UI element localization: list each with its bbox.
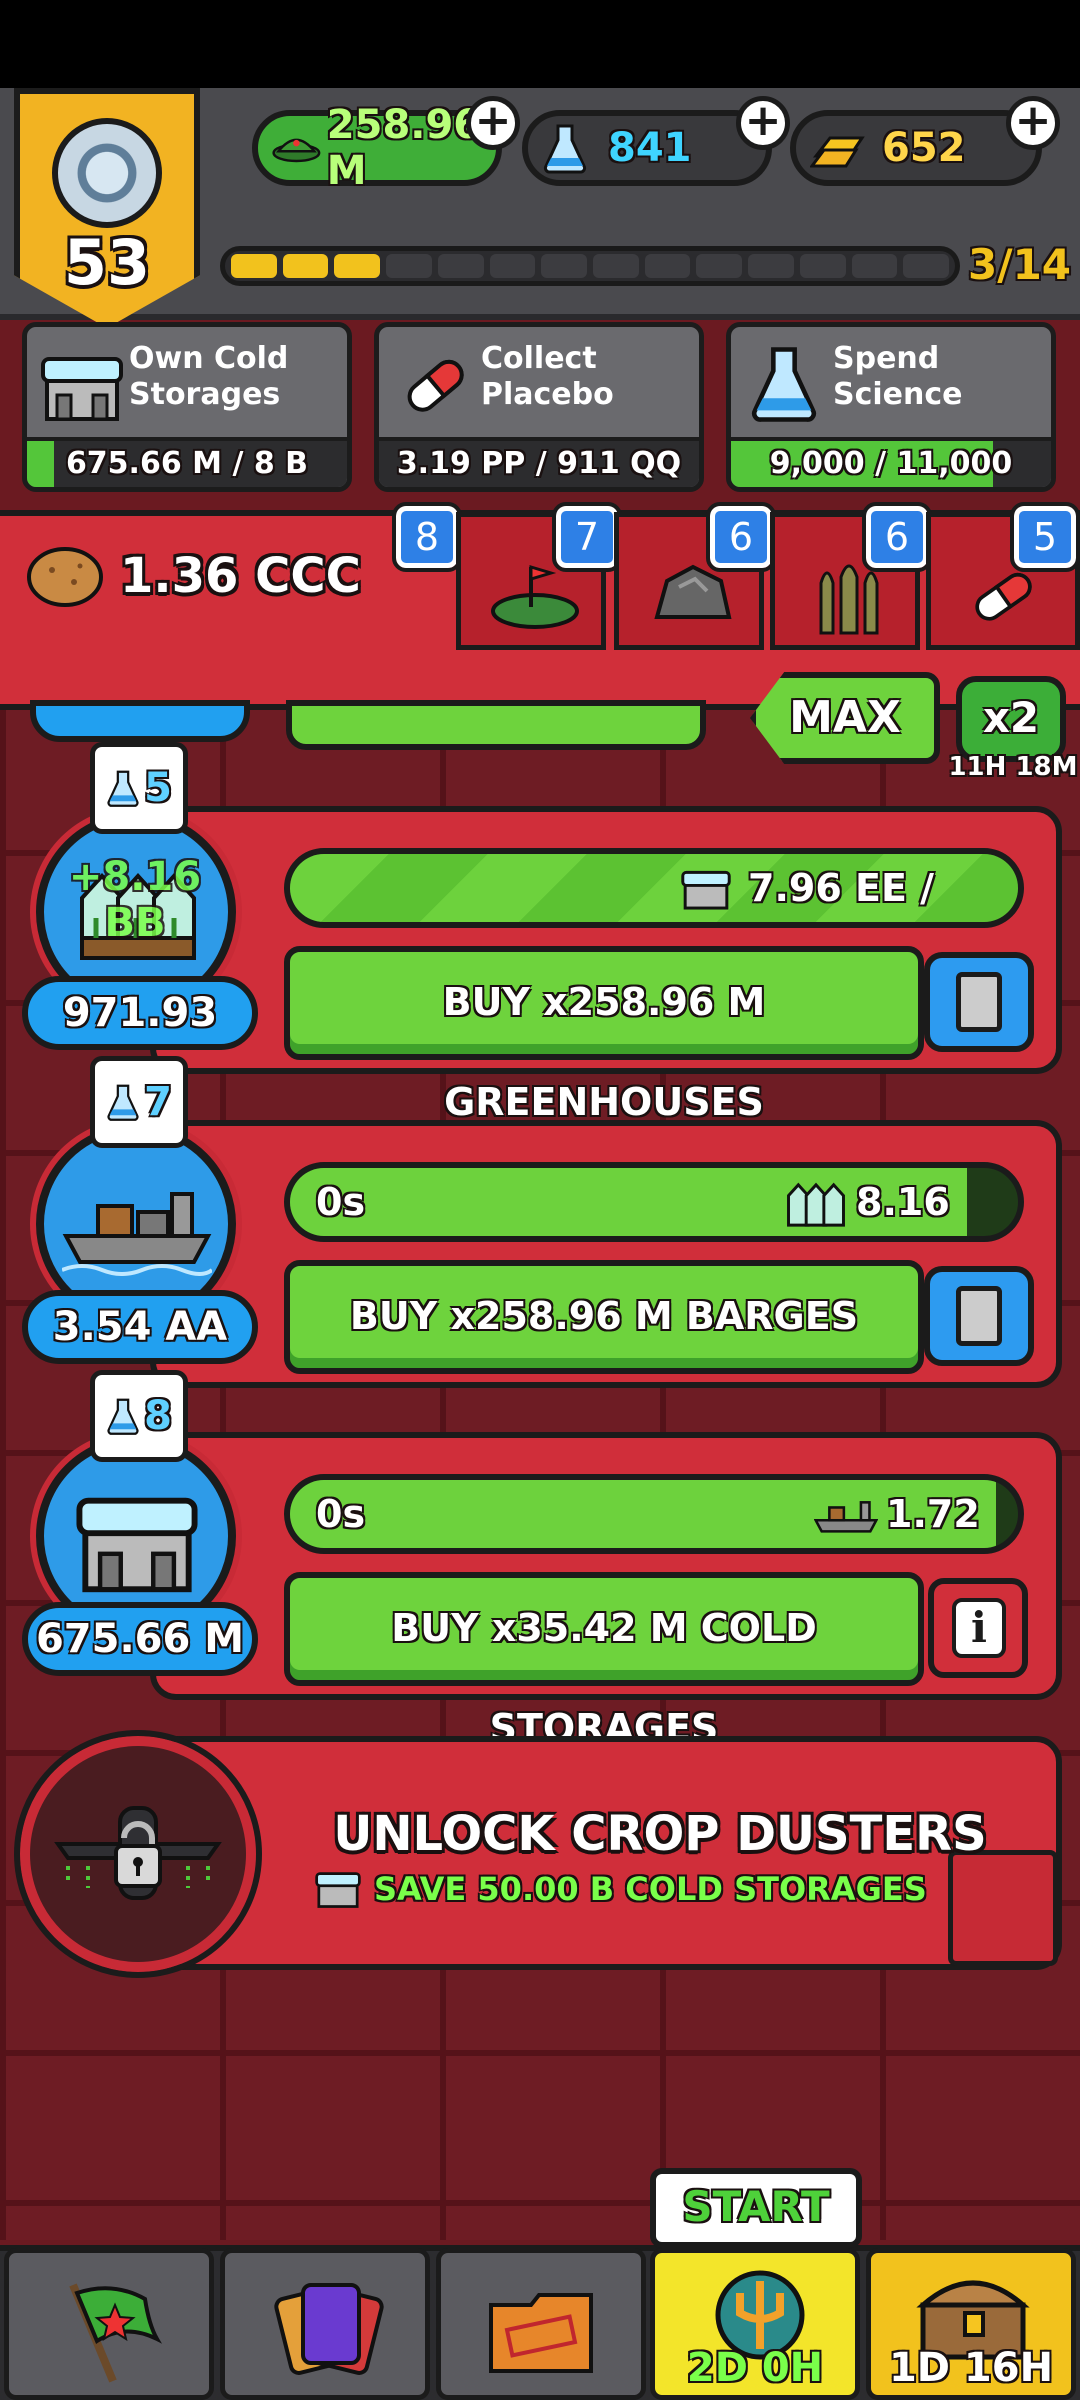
flask-icon xyxy=(107,1084,139,1121)
science-level-tag: 5 xyxy=(90,742,188,834)
manager-card-button[interactable] xyxy=(924,1266,1034,1366)
production-progress-bar: 0s 8.16 BB xyxy=(284,1162,1024,1242)
cold-storage-icon xyxy=(315,1872,361,1908)
cold-storage-icon xyxy=(76,1497,198,1593)
flask-icon xyxy=(107,1398,139,1435)
cold-storage-icon xyxy=(41,357,123,421)
max-button[interactable]: MAX xyxy=(750,672,940,764)
star-flag-icon xyxy=(69,2283,163,2383)
event-timer: 2D 0H xyxy=(686,2345,824,2391)
flask-icon xyxy=(543,124,587,174)
event-start-label[interactable]: START xyxy=(650,2168,862,2248)
barge-icon xyxy=(62,1192,212,1276)
mission-progress: 675.66 M / 8 B xyxy=(27,437,347,487)
nav-missions-button[interactable] xyxy=(4,2248,214,2400)
unlock-title: UNLOCK CROP DUSTERS xyxy=(333,1806,987,1862)
rank-progress-text: 3/14 xyxy=(968,240,1072,289)
secret-folder-icon xyxy=(489,2293,593,2373)
science-value: 841 xyxy=(608,125,692,171)
potato-amount: 1.36 CCC xyxy=(120,548,361,604)
science-level: 7 xyxy=(144,1079,172,1125)
production-progress-bar: 0s 1.72 T xyxy=(284,1474,1024,1554)
unlock-requirement-text: SAVE 50.00 B COLD STORAGES xyxy=(374,1870,927,1908)
status-bar xyxy=(0,0,1080,88)
rock-icon xyxy=(654,564,732,619)
tab-badge: 6 xyxy=(706,502,776,572)
floating-gain: +8.16 BB xyxy=(68,854,202,946)
science-level-tag: 8 xyxy=(90,1370,188,1462)
card-icon xyxy=(956,972,1002,1032)
owned-count: 3.54 AA xyxy=(22,1290,258,1364)
owned-count: 675.66 M xyxy=(22,1602,258,1676)
tab-badge: 6 xyxy=(862,502,932,572)
buy-greenhouses-button[interactable]: BUY x258.96 M GREENHOUSES xyxy=(284,946,924,1124)
progress-text: 7.96 EE / SEC xyxy=(748,866,935,910)
add-science-button[interactable]: + xyxy=(736,96,790,150)
boost-timer: 11H 18M xyxy=(948,752,1078,782)
gold-bars-icon xyxy=(810,136,865,168)
nav-files-button[interactable] xyxy=(436,2248,646,2400)
tab-badge: 8 xyxy=(392,502,462,572)
mission-card-cold-storages[interactable]: Own Cold Storages 675.66 M / 8 B xyxy=(22,322,352,492)
pill-icon xyxy=(407,359,464,412)
mission-card-placebo[interactable]: Collect Placebo 3.19 PP / 911 QQ xyxy=(374,322,704,492)
boost-x2-button[interactable]: x2 xyxy=(956,676,1066,762)
tab-badge: 5 xyxy=(1010,502,1080,572)
production-progress-bar: 7.96 EE / SEC xyxy=(284,848,1024,928)
partial-progress-bar xyxy=(286,700,706,750)
progress-text: 1.72 T xyxy=(886,1492,980,1536)
mission-title: Spend Science xyxy=(833,341,963,412)
progress-timer: 0s xyxy=(316,1492,366,1536)
nav-cards-button[interactable] xyxy=(220,2248,430,2400)
mission-progress-text: 9,000 / 11,000 xyxy=(769,446,1013,481)
science-counter[interactable]: 841 xyxy=(522,110,772,186)
potato-icon xyxy=(27,547,103,607)
unlock-requirement: SAVE 50.00 B COLD STORAGES xyxy=(308,1866,927,1912)
owned-count: 971.93 CC xyxy=(22,976,258,1098)
army-cap-icon xyxy=(272,138,321,163)
gold-counter[interactable]: 652 xyxy=(790,110,1042,186)
crop-duster-lock-icon xyxy=(54,1806,222,1900)
chest-timer: 1D 16H xyxy=(888,2345,1054,2391)
rank-progress-bar xyxy=(220,246,960,286)
mission-card-science[interactable]: Spend Science 9,000 / 11,000 xyxy=(726,322,1056,492)
manager-card-button[interactable] xyxy=(924,952,1034,1052)
rank-number: 53 xyxy=(63,226,151,299)
nav-event-button[interactable]: 2D 0H xyxy=(650,2248,860,2400)
mission-title: Own Cold Storages xyxy=(129,341,289,412)
mission-progress: 3.19 PP / 911 QQ xyxy=(379,437,699,487)
flask-icon xyxy=(107,770,139,807)
barge-icon xyxy=(814,1501,878,1533)
add-gold-button[interactable]: + xyxy=(1006,96,1060,150)
pill-icon xyxy=(975,572,1032,621)
cold-storage-icon xyxy=(681,870,731,910)
mission-progress-text: 675.66 M / 8 B xyxy=(65,446,309,481)
greenhouse-icon xyxy=(787,1182,845,1227)
mission-progress-text: 3.19 PP / 911 QQ xyxy=(396,446,682,481)
flask-icon xyxy=(751,347,817,422)
buy-barges-button[interactable]: BUY x258.96 M BARGES xyxy=(284,1260,924,1374)
unlock-panel-tab xyxy=(948,1850,1058,1966)
cash-counter[interactable]: 258.96 M xyxy=(252,102,502,194)
progress-text: 8.16 BB xyxy=(856,1180,950,1224)
buy-cold-storages-button[interactable]: BUY x35.42 M COLD STORAGES xyxy=(284,1572,924,1750)
info-icon: i xyxy=(952,1598,1006,1658)
mission-progress: 9,000 / 11,000 xyxy=(731,437,1051,487)
cards-icon xyxy=(274,2283,384,2375)
science-level-tag: 7 xyxy=(90,1056,188,1148)
rank-gear-icon xyxy=(52,118,162,228)
gold-value: 652 xyxy=(882,125,966,171)
science-level: 8 xyxy=(144,1393,172,1439)
progress-timer: 0s xyxy=(316,1180,366,1224)
mission-title: Collect Placebo xyxy=(481,341,614,412)
tab-badge: 7 xyxy=(552,502,622,572)
info-button[interactable]: i xyxy=(928,1578,1028,1678)
science-level: 5 xyxy=(144,765,172,811)
locked-business-circle[interactable] xyxy=(14,1730,262,1978)
nav-chest-button[interactable]: 1D 16H xyxy=(866,2248,1076,2400)
add-cash-button[interactable]: + xyxy=(466,96,520,150)
partial-value-pill xyxy=(30,700,250,742)
mission-progress-fill xyxy=(27,441,54,487)
card-icon xyxy=(956,1286,1002,1346)
